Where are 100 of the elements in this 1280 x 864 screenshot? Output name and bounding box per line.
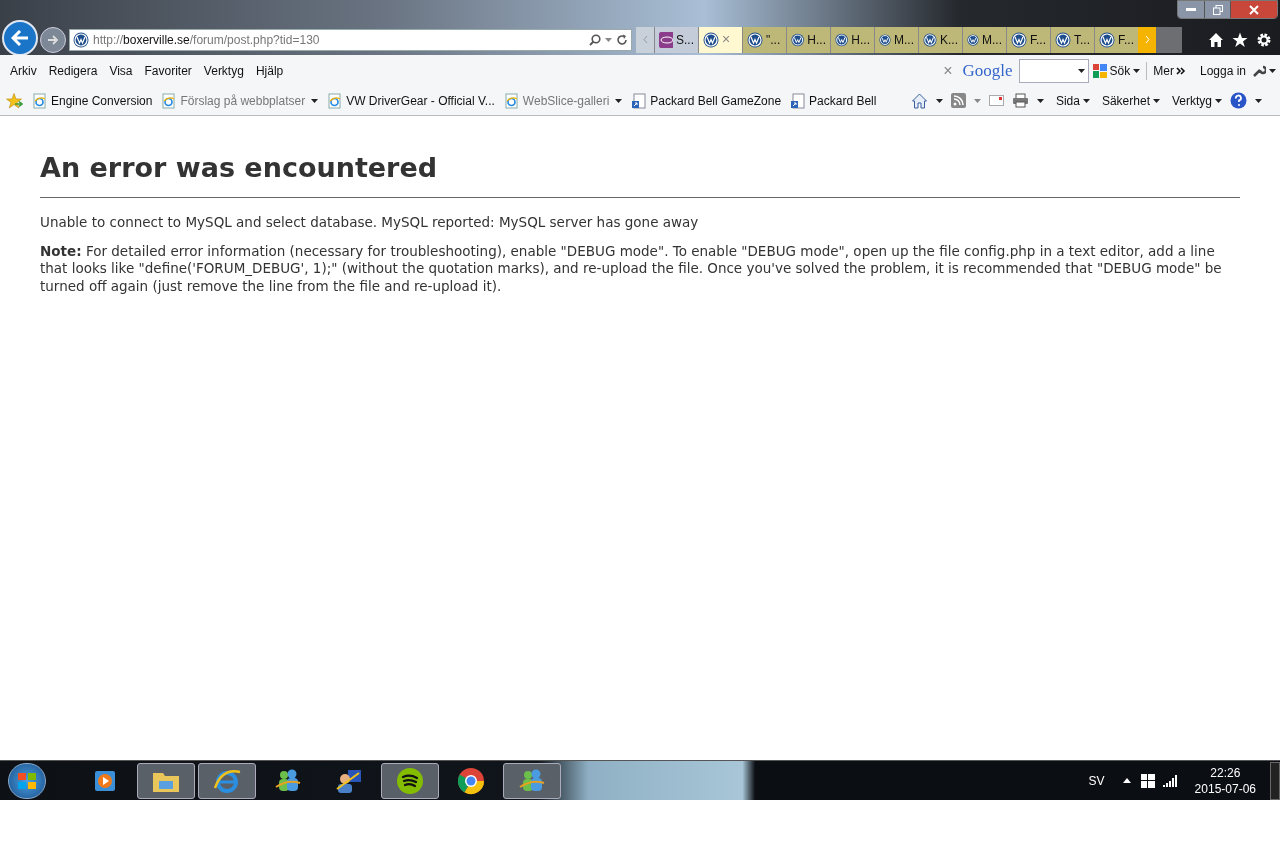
- vw-logo-icon: [791, 31, 805, 48]
- flag-icon[interactable]: [1140, 773, 1155, 788]
- left-arrow-icon: [11, 29, 29, 46]
- star-arrow-icon[interactable]: [6, 92, 23, 109]
- vw-logo-icon: [747, 31, 763, 48]
- caret-icon: [1077, 68, 1085, 73]
- caret-icon: [1255, 98, 1262, 103]
- command-menu-button[interactable]: Säkerhet: [1101, 91, 1160, 110]
- caret-icon: [615, 98, 623, 103]
- left-chevron-icon: [642, 35, 648, 44]
- debug-note: Note: For detailed error information (necessary for troubleshooting), enable "DEBUG mode". To enable "DEBUG mode", open up the file config.php in a text editor, add a line that looks like "define('FORUM_DEBUG', 1);" (without the quotation marks), and re-upload the file. Once you've solved the problem, it is recommended that "DEBUG mode" be turned off again (just remove the line from the file and re-upload it).: [40, 242, 1223, 296]
- menu-item[interactable]: Visa: [103, 61, 139, 80]
- browser-tab[interactable]: S...: [654, 26, 698, 53]
- address-field[interactable]: http://boxerville.se/forum/post.php?tid=130: [69, 28, 632, 51]
- menu-item[interactable]: Arkiv: [4, 61, 43, 80]
- caret-icon: [1215, 98, 1222, 103]
- sound-waves-icon: [395, 765, 425, 796]
- vw-logo-icon: [967, 31, 979, 48]
- taskbar-app-button[interactable]: [137, 762, 195, 799]
- caret-icon: [973, 98, 981, 103]
- menu-item[interactable]: Verktyg: [197, 61, 250, 80]
- close-icon: [1249, 4, 1259, 15]
- wrench-icon[interactable]: [1252, 63, 1266, 78]
- search-button[interactable]: Sök: [1092, 61, 1148, 80]
- windows-logo-icon: [17, 771, 37, 790]
- caret-icon: [935, 98, 943, 103]
- tab-title: M...: [982, 31, 1002, 49]
- browser-tab[interactable]: M...: [874, 26, 918, 53]
- close-window-button[interactable]: [1230, 1, 1277, 18]
- taskbar-app-button[interactable]: [503, 762, 561, 799]
- browser-tab[interactable]: F...: [1094, 26, 1138, 53]
- printer-icon[interactable]: [1011, 93, 1029, 108]
- start-button[interactable]: [8, 762, 46, 799]
- settings-icon[interactable]: [1256, 31, 1272, 48]
- tab-scroll-right-button[interactable]: [1138, 26, 1156, 53]
- shortcut-icon: [790, 92, 807, 109]
- browser-tab[interactable]: K...: [918, 26, 962, 53]
- back-button[interactable]: [2, 19, 38, 56]
- menu-item[interactable]: Favoriter: [138, 61, 198, 80]
- refresh-icon: [616, 33, 628, 46]
- mail-icon[interactable]: [988, 95, 1004, 106]
- site-icon: [73, 31, 89, 48]
- home-icon[interactable]: [1208, 31, 1224, 48]
- more-button[interactable]: Mer: [1153, 61, 1186, 80]
- caret-icon: [605, 37, 612, 42]
- forward-button[interactable]: [40, 26, 66, 53]
- command-menu-button[interactable]: Verktyg: [1171, 91, 1222, 110]
- right-chevron-icon: [1144, 35, 1150, 44]
- browser-tab[interactable]: F...: [1006, 26, 1050, 53]
- browser-tab[interactable]: H...: [830, 26, 874, 53]
- caret-icon: [1082, 98, 1090, 103]
- tab-title: F...: [1118, 31, 1134, 49]
- menu-item[interactable]: Hjälp: [249, 61, 290, 80]
- language-indicator[interactable]: SV: [1088, 771, 1105, 790]
- search-icon: [589, 33, 601, 46]
- favorite-link[interactable]: VW DriverGear - Official V...: [327, 91, 495, 110]
- favorite-link[interactable]: Packard Bell: [790, 91, 877, 110]
- chrome-icon: [456, 765, 486, 796]
- star-icon[interactable]: [1232, 31, 1248, 48]
- browser-tab[interactable]: M...: [962, 26, 1006, 53]
- browser-tab[interactable]: "...: [742, 26, 786, 53]
- google-search-field[interactable]: [1018, 58, 1089, 83]
- menu-item[interactable]: Redigera: [42, 61, 104, 80]
- show-desktop-button[interactable]: [1270, 761, 1280, 800]
- favorite-link[interactable]: WebSlice-galleri: [503, 91, 623, 110]
- favorite-link[interactable]: Engine Conversion: [32, 91, 153, 110]
- feed-icon[interactable]: [950, 93, 966, 108]
- favorite-link[interactable]: Packard Bell GameZone: [631, 91, 782, 110]
- taskbar-app-button[interactable]: [381, 762, 439, 799]
- login-button[interactable]: Logga in: [1199, 61, 1246, 80]
- browser-tab[interactable]: H...: [786, 26, 830, 53]
- url-text: http://boxerville.se/forum/post.php?tid=130: [93, 31, 320, 49]
- vw-logo-icon: [1099, 31, 1115, 48]
- google-squares-icon: [1092, 63, 1107, 78]
- signal-icon[interactable]: [1162, 774, 1177, 787]
- page-icon: [161, 92, 178, 109]
- clock[interactable]: 22:26 2015-07-06: [1194, 764, 1256, 797]
- up-triangle-icon[interactable]: [1122, 778, 1131, 783]
- tab-title: H...: [851, 31, 870, 49]
- vw-logo-icon: [879, 31, 891, 48]
- help-icon[interactable]: [1230, 92, 1247, 109]
- restore-button[interactable]: [1204, 1, 1230, 18]
- caret-icon: [1133, 68, 1141, 73]
- tab-title: T...: [1074, 31, 1090, 49]
- browser-tab[interactable]: T...: [1050, 26, 1094, 53]
- page-icon: [327, 92, 344, 109]
- restore-icon: [1212, 4, 1223, 15]
- vw-logo-icon: [835, 31, 849, 48]
- caret-icon: [311, 98, 319, 103]
- tab-title: H...: [807, 31, 826, 49]
- double-chevron-icon: [1175, 66, 1186, 75]
- tab-title: S...: [676, 31, 694, 49]
- taskbar-app-button[interactable]: [198, 762, 256, 799]
- google-logo: Google: [962, 59, 1013, 82]
- page-icon: [32, 92, 48, 109]
- favorite-link[interactable]: Förslag på webbplatser: [161, 91, 319, 110]
- tab-title: F...: [1030, 31, 1046, 49]
- command-menu-button[interactable]: Sida: [1055, 91, 1090, 110]
- vw-logo-icon: [1055, 31, 1071, 48]
- error-heading: An error was encountered: [40, 148, 1240, 198]
